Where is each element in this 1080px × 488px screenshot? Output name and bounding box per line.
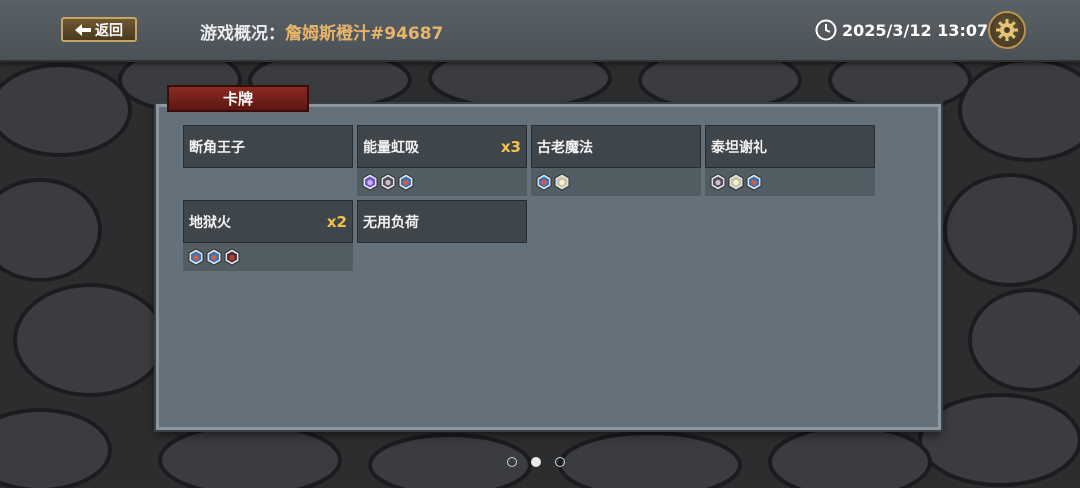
tab-cards[interactable]: 卡牌 — [167, 85, 309, 112]
top-bar: 返回 游戏概况：詹姆斯橙汁#94687 2025/3/12 13:07 — [0, 0, 1080, 62]
datetime-display: 2025/3/12 13:07 — [815, 19, 988, 41]
light-gem-icon — [728, 173, 744, 191]
card-item[interactable]: 无用负荷 — [357, 200, 527, 243]
settings-button[interactable] — [988, 11, 1026, 49]
card-item[interactable]: 能量虹吸 x3 — [357, 125, 527, 196]
page-title: 游戏概况：詹姆斯橙汁#94687 — [200, 19, 443, 44]
arrow-left-icon — [75, 23, 91, 36]
blue-gem-icon — [206, 248, 222, 266]
red-gem-icon — [224, 248, 240, 266]
page-dot-3[interactable] — [555, 457, 565, 467]
blue-gem-icon — [746, 173, 762, 191]
back-button-label: 返回 — [95, 22, 123, 39]
datetime-text: 2025/3/12 13:07 — [842, 20, 989, 40]
blue-gem-icon — [188, 248, 204, 266]
pagination-dots — [507, 457, 565, 467]
light-gem-icon — [554, 173, 570, 191]
gear-icon — [996, 19, 1018, 41]
card-header: 能量虹吸 x3 — [357, 125, 527, 168]
card-name: 无用负荷 — [363, 214, 419, 231]
purple-gem-icon — [362, 173, 378, 191]
back-button[interactable]: 返回 — [61, 17, 137, 42]
dark-gem-icon — [710, 173, 726, 191]
card-header: 断角王子 — [183, 125, 353, 168]
card-gem-row — [183, 243, 353, 271]
card-name: 地狱火 — [189, 214, 231, 231]
card-name: 泰坦谢礼 — [711, 139, 767, 156]
card-header: 无用负荷 — [357, 200, 527, 243]
card-item[interactable]: 断角王子 — [183, 125, 353, 168]
card-gem-row — [531, 168, 701, 196]
clock-icon — [815, 19, 837, 41]
player-name: 詹姆斯橙汁#94687 — [285, 24, 444, 44]
card-name: 能量虹吸 — [363, 139, 419, 156]
card-gem-row — [705, 168, 875, 196]
page-dot-1[interactable] — [507, 457, 517, 467]
card-header: 古老魔法 — [531, 125, 701, 168]
card-count: x3 — [500, 137, 521, 156]
card-item[interactable]: 地狱火 x2 — [183, 200, 353, 271]
blue-gem-icon — [536, 173, 552, 191]
card-header: 地狱火 x2 — [183, 200, 353, 243]
card-count: x2 — [326, 212, 347, 231]
card-header: 泰坦谢礼 — [705, 125, 875, 168]
blue-gem-icon — [398, 173, 414, 191]
card-item[interactable]: 泰坦谢礼 — [705, 125, 875, 196]
dark-gem-icon — [380, 173, 396, 191]
title-label: 游戏概况： — [200, 24, 285, 44]
card-name: 古老魔法 — [537, 139, 593, 156]
card-gem-row — [357, 168, 527, 196]
page-dot-2[interactable] — [531, 457, 541, 467]
card-item[interactable]: 古老魔法 — [531, 125, 701, 196]
card-name: 断角王子 — [189, 139, 245, 156]
